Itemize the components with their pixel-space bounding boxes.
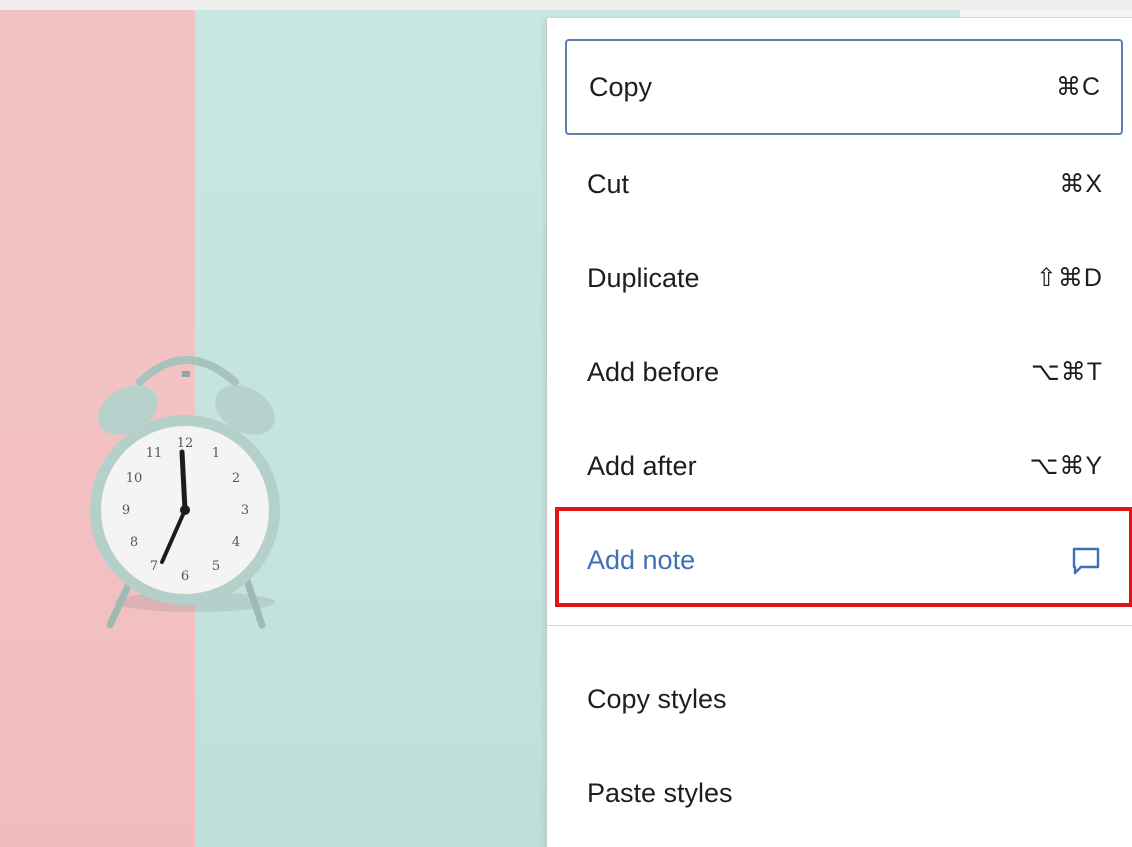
clock-numeral-7: 7 xyxy=(150,559,158,574)
shortcut-label: ⇧⌘D xyxy=(1035,264,1103,292)
menu-item-copy-styles[interactable]: Copy styles xyxy=(565,652,1123,746)
clock-numeral-11: 11 xyxy=(146,446,163,461)
menu-item-cut[interactable]: Cut ⌘X xyxy=(565,137,1123,231)
clock-numeral-1: 1 xyxy=(212,446,220,461)
shortcut-label: ⌘C xyxy=(1055,73,1101,101)
shortcut-label: ⌘X xyxy=(1059,170,1103,198)
menu-item-add-note[interactable]: Add note xyxy=(565,513,1123,607)
comment-icon xyxy=(1069,543,1103,577)
clock-numeral-5: 5 xyxy=(212,559,220,574)
menu-item-label: Add after xyxy=(587,450,697,481)
menu-item-duplicate[interactable]: Duplicate ⇧⌘D xyxy=(565,231,1123,325)
menu-item-label: Add note xyxy=(587,544,696,575)
menu-divider xyxy=(547,625,1132,626)
clock-numeral-2: 2 xyxy=(232,471,240,486)
clock-numeral-6: 6 xyxy=(181,569,189,584)
shortcut-label: ⌥⌘T xyxy=(1030,358,1103,386)
clock-numeral-12: 12 xyxy=(177,436,194,451)
menu-item-label: Copy styles xyxy=(587,683,727,714)
alarm-clock-image: 12 1 2 3 4 5 6 7 8 9 10 11 xyxy=(90,356,280,629)
clock-numeral-4: 4 xyxy=(232,535,240,550)
clock-numeral-9: 9 xyxy=(122,503,130,518)
clock-numeral-3: 3 xyxy=(241,503,249,518)
menu-item-copy[interactable]: Copy ⌘C xyxy=(565,39,1123,135)
menu-item-label: Cut xyxy=(587,168,630,199)
clock-numeral-10: 10 xyxy=(126,471,143,486)
top-strip xyxy=(0,0,1132,10)
menu-item-label: Paste styles xyxy=(587,777,733,808)
menu-item-add-after[interactable]: Add after ⌥⌘Y xyxy=(565,419,1123,513)
shortcut-label: ⌥⌘Y xyxy=(1029,452,1103,480)
clock-numeral-8: 8 xyxy=(130,535,138,550)
screen: 12 1 2 3 4 5 6 7 8 9 10 11 Copy ⌘C Cut ⌘… xyxy=(0,0,1132,847)
menu-item-paste-styles[interactable]: Paste styles xyxy=(565,746,1123,840)
menu-item-label: Duplicate xyxy=(587,262,700,293)
block-context-menu: Copy ⌘C Cut ⌘X Duplicate ⇧⌘D Add before … xyxy=(546,17,1132,847)
menu-item-label: Add before xyxy=(587,356,720,387)
menu-item-add-before[interactable]: Add before ⌥⌘T xyxy=(565,325,1123,419)
menu-item-label: Copy xyxy=(589,71,653,102)
